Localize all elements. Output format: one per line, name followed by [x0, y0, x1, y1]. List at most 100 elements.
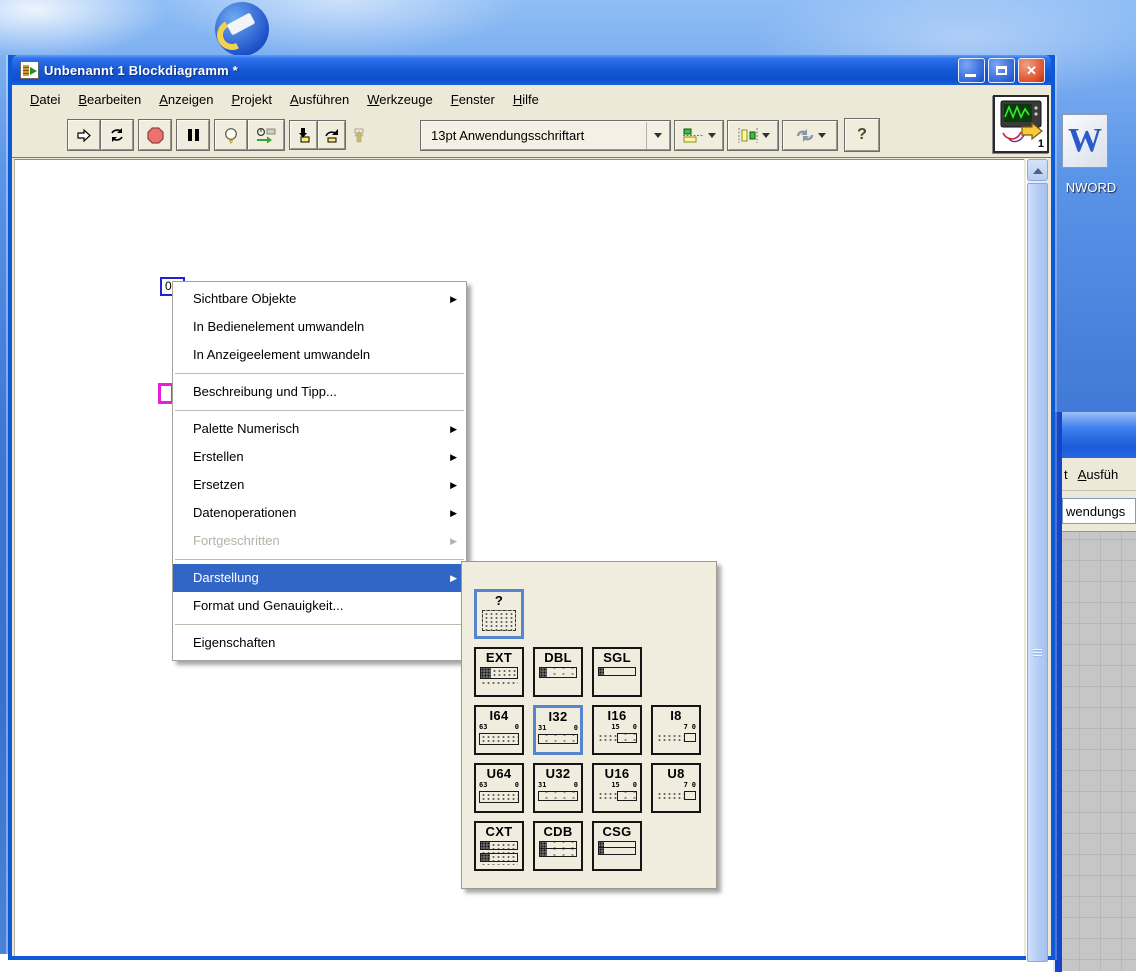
vi-number: 1 [1038, 138, 1044, 150]
context-item-ersetzen[interactable]: Ersetzen▶ [173, 471, 466, 499]
window-controls: ✕ [958, 58, 1045, 83]
close-icon: ✕ [1026, 64, 1037, 77]
pause-icon [187, 128, 200, 142]
maximize-button[interactable] [988, 58, 1015, 83]
front-panel-menubar[interactable]: t Ausfüh [1062, 458, 1136, 491]
context-item-format-und-genauigkeit[interactable]: Format und Genauigkeit... [173, 592, 466, 620]
context-item-fortgeschritten[interactable]: Fortgeschritten▶ [173, 527, 466, 555]
highlight-execution-button[interactable] [215, 120, 247, 150]
toolbar: 13pt Anwendungsschriftart ? [12, 113, 1051, 158]
context-item-erstellen[interactable]: Erstellen▶ [173, 443, 466, 471]
font-selector-dropdown[interactable] [646, 122, 669, 149]
align-objects-dropdown[interactable] [675, 121, 723, 150]
palette-item-i32[interactable]: I32 310 [533, 705, 583, 755]
context-item-beschreibung-und-tipp[interactable]: Beschreibung und Tipp... [173, 378, 466, 406]
help-button[interactable]: ? [845, 119, 879, 151]
step-out-button[interactable] [346, 121, 373, 149]
context-item-datenoperationen[interactable]: Datenoperationen▶ [173, 499, 466, 527]
close-button[interactable]: ✕ [1018, 58, 1045, 83]
menu-item-projekt[interactable]: Projekt [223, 89, 279, 110]
context-item-palette-numerisch[interactable]: Palette Numerisch▶ [173, 415, 466, 443]
menu-item-hilfe[interactable]: Hilfe [505, 89, 547, 110]
word-page-icon: W [1062, 114, 1108, 168]
palette-item-u8[interactable]: U8 70 [651, 763, 701, 813]
palette-item-dbl[interactable]: DBL [533, 647, 583, 697]
submenu-arrow-icon: ▶ [450, 527, 457, 555]
menu-item-anzeigen[interactable]: Anzeigen [151, 89, 221, 110]
menu-item-fenster[interactable]: Fenster [443, 89, 503, 110]
run-icon [76, 128, 92, 143]
context-item-darstellung[interactable]: Darstellung▶ [173, 564, 466, 592]
vertical-scrollbar[interactable] [1026, 159, 1047, 962]
front-panel-grid[interactable] [1062, 532, 1136, 971]
reorder-icon [795, 128, 815, 143]
bitfield-icon [479, 733, 519, 745]
front-panel-menu-fragment: t Ausfüh [1064, 467, 1118, 482]
chevron-down-icon [762, 133, 770, 142]
bitfield-icon [656, 791, 696, 800]
palette-item-ext[interactable]: EXT [474, 647, 524, 697]
front-panel-font-fragment: wendungs [1066, 504, 1125, 519]
bitfield-icon [598, 667, 636, 676]
bitfield-icon [539, 667, 577, 678]
front-panel-font-selector[interactable]: wendungs [1062, 498, 1136, 524]
context-item-in-anzeigeelement[interactable]: In Anzeigeelement umwandeln [173, 341, 466, 369]
representation-palette: ? EXT DBL SGL I64 630 I32 310 I16 [461, 561, 717, 889]
chevron-down-icon [818, 133, 826, 142]
scroll-up-button[interactable] [1027, 159, 1048, 181]
lightbulb-icon [223, 127, 239, 144]
distribute-objects-dropdown[interactable] [728, 121, 778, 150]
scrollbar-grip [1033, 649, 1042, 658]
labview-vi-titlebar-icon [20, 61, 39, 79]
palette-item-adapt[interactable]: ? [474, 589, 524, 639]
palette-item-u16[interactable]: U16 150 [592, 763, 642, 813]
desktop-word-icon-label: NWORD [1048, 180, 1134, 195]
palette-item-u64[interactable]: U64 630 [474, 763, 524, 813]
bitfield-icon [480, 667, 518, 685]
front-panel-window[interactable]: t Ausfüh wendungs [1055, 412, 1136, 972]
palette-item-i16[interactable]: I16 150 [592, 705, 642, 755]
palette-item-csg[interactable]: CSG [592, 821, 642, 871]
palette-item-i64[interactable]: I64 630 [474, 705, 524, 755]
submenu-arrow-icon: ▶ [450, 443, 457, 471]
menu-item-bearbeiten[interactable]: Bearbeiten [70, 89, 149, 110]
scrollbar-thumb[interactable] [1027, 183, 1048, 962]
step-into-button[interactable] [290, 121, 317, 149]
palette-item-cdb[interactable]: CDB [533, 821, 583, 871]
bitfield-icon [479, 791, 519, 803]
retain-wire-values-icon [255, 127, 277, 143]
menu-item-datei[interactable]: Datei [22, 89, 68, 110]
desktop-word-icon[interactable]: W [1060, 112, 1114, 172]
bitfield-icon [598, 841, 636, 855]
bitfield-icon [538, 734, 578, 744]
vi-icon-panel[interactable]: 1 [993, 95, 1049, 153]
font-selector[interactable]: 13pt Anwendungsschriftart [421, 121, 670, 150]
menu-item-ausfuehren[interactable]: Ausführen [282, 89, 357, 110]
retain-wire-values-button[interactable] [248, 120, 284, 150]
context-item-eigenschaften[interactable]: Eigenschaften [173, 629, 466, 657]
minimize-icon [965, 74, 976, 77]
run-continuously-button[interactable] [101, 120, 133, 150]
palette-item-sgl[interactable]: SGL [592, 647, 642, 697]
palette-item-cxt[interactable]: CXT [474, 821, 524, 871]
font-selector-value: 13pt Anwendungsschriftart [422, 122, 646, 149]
front-panel-titlebar[interactable] [1062, 412, 1136, 458]
context-item-in-bedienelement[interactable]: In Bedienelement umwandeln [173, 313, 466, 341]
titlebar[interactable]: Unbenannt 1 Blockdiagramm * ✕ [12, 55, 1051, 85]
abort-button[interactable] [139, 120, 171, 150]
menu-separator [175, 373, 464, 374]
submenu-arrow-icon: ▶ [450, 285, 457, 313]
minimize-button[interactable] [958, 58, 985, 83]
context-menu: Sichtbare Objekte▶ In Bedienelement umwa… [172, 281, 467, 661]
pause-button[interactable] [177, 120, 209, 150]
desktop-app-icon[interactable] [215, 2, 269, 56]
run-button[interactable] [68, 120, 100, 150]
palette-item-i8[interactable]: I8 70 [651, 705, 701, 755]
menu-item-werkzeuge[interactable]: Werkzeuge [359, 89, 441, 110]
bitfield-icon [597, 733, 637, 743]
step-over-button[interactable] [318, 121, 345, 149]
help-icon: ? [857, 126, 867, 144]
palette-item-u32[interactable]: U32 310 [533, 763, 583, 813]
context-item-sichtbare-objekte[interactable]: Sichtbare Objekte▶ [173, 285, 466, 313]
reorder-dropdown[interactable] [783, 121, 837, 150]
